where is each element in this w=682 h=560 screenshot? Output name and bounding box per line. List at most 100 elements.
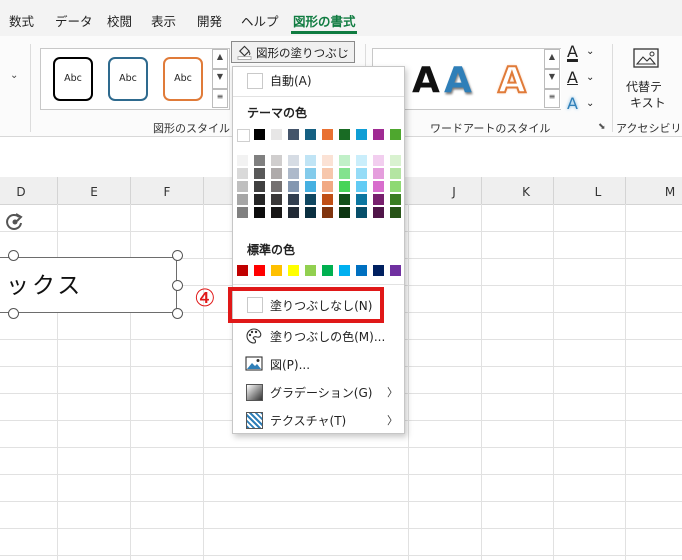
wordart-style-orange[interactable]: A <box>497 59 527 102</box>
theme-shade-swatch[interactable] <box>373 207 384 218</box>
menu-item-more-fill-colors[interactable]: 塗りつぶしの色(M)... <box>233 323 404 349</box>
theme-shade-swatch[interactable] <box>339 168 350 179</box>
text-fill-icon[interactable]: A <box>567 42 578 61</box>
standard-color-swatch[interactable] <box>356 265 367 276</box>
theme-shade-swatch[interactable] <box>390 207 401 218</box>
tab-data[interactable]: データ <box>55 11 93 30</box>
theme-shade-swatch[interactable] <box>288 207 299 218</box>
theme-shade-swatch[interactable] <box>390 168 401 179</box>
wordart-scroll-up-icon[interactable]: ▲ <box>544 49 560 69</box>
wordart-style-blue[interactable]: A <box>444 60 472 101</box>
theme-shade-swatch[interactable] <box>339 181 350 192</box>
menu-item-automatic[interactable]: 自動(A) <box>233 67 404 93</box>
theme-color-swatch[interactable] <box>237 129 250 142</box>
theme-shade-swatch[interactable] <box>305 194 316 205</box>
theme-shade-swatch[interactable] <box>390 194 401 205</box>
theme-shade-swatch[interactable] <box>254 168 265 179</box>
standard-color-swatch[interactable] <box>390 265 401 276</box>
theme-color-swatch[interactable] <box>288 129 299 140</box>
standard-color-swatch[interactable] <box>288 265 299 276</box>
theme-shade-swatch[interactable] <box>288 181 299 192</box>
alt-text-label-line2[interactable]: キスト <box>630 94 666 111</box>
tab-view[interactable]: 表示 <box>151 11 176 30</box>
shape-style-thumb-1[interactable]: Abc <box>53 57 93 101</box>
theme-shade-swatch[interactable] <box>254 194 265 205</box>
resize-handle[interactable] <box>8 308 19 319</box>
dialog-launcher-icon[interactable]: ⬊ <box>598 122 606 132</box>
column-header-d[interactable]: D <box>11 185 31 199</box>
resize-handle[interactable] <box>172 250 183 261</box>
column-header-k[interactable]: K <box>516 185 536 199</box>
theme-color-swatch[interactable] <box>356 129 367 140</box>
shape-style-thumb-2[interactable]: Abc <box>108 57 148 101</box>
theme-shade-swatch[interactable] <box>390 181 401 192</box>
theme-shade-swatch[interactable] <box>356 168 367 179</box>
theme-color-swatch[interactable] <box>339 129 350 140</box>
theme-shade-swatch[interactable] <box>373 168 384 179</box>
rotate-handle-icon[interactable] <box>4 211 26 233</box>
theme-shade-swatch[interactable] <box>356 181 367 192</box>
theme-shade-swatch[interactable] <box>373 155 384 166</box>
text-box-content[interactable]: ックス <box>6 266 83 300</box>
theme-shade-swatch[interactable] <box>254 207 265 218</box>
column-header-j[interactable]: J <box>444 185 464 199</box>
theme-shade-swatch[interactable] <box>237 155 248 166</box>
tab-developer[interactable]: 開発 <box>197 11 222 30</box>
theme-shade-swatch[interactable] <box>356 155 367 166</box>
resize-handle[interactable] <box>8 250 19 261</box>
shape-style-thumb-3[interactable]: Abc <box>163 57 203 101</box>
wordart-more-icon[interactable]: ≡ <box>544 89 560 108</box>
gallery-scroll-down-icon[interactable]: ▼ <box>212 69 228 89</box>
standard-color-swatch[interactable] <box>322 265 333 276</box>
alt-text-label-line1[interactable]: 代替テ <box>626 78 662 95</box>
theme-shade-swatch[interactable] <box>271 155 282 166</box>
theme-shade-swatch[interactable] <box>322 207 333 218</box>
theme-shade-swatch[interactable] <box>322 168 333 179</box>
theme-shade-swatch[interactable] <box>322 181 333 192</box>
theme-shade-swatch[interactable] <box>373 181 384 192</box>
shape-fill-button[interactable]: 図形の塗りつぶし ⌄ <box>231 41 355 63</box>
standard-color-swatch[interactable] <box>271 265 282 276</box>
theme-shade-swatch[interactable] <box>254 181 265 192</box>
theme-shade-swatch[interactable] <box>305 155 316 166</box>
theme-color-swatch[interactable] <box>373 129 384 140</box>
column-header-f[interactable]: F <box>157 185 177 199</box>
column-header-m[interactable]: M <box>660 185 680 199</box>
theme-shade-swatch[interactable] <box>288 194 299 205</box>
theme-shade-swatch[interactable] <box>271 181 282 192</box>
theme-shade-swatch[interactable] <box>305 207 316 218</box>
chevron-down-icon[interactable]: ⌄ <box>586 72 594 83</box>
theme-shade-swatch[interactable] <box>373 194 384 205</box>
gallery-scroll-up-icon[interactable]: ▲ <box>212 49 228 69</box>
menu-item-picture[interactable]: 図(P)... <box>233 351 404 377</box>
theme-shade-swatch[interactable] <box>339 194 350 205</box>
theme-shade-swatch[interactable] <box>356 194 367 205</box>
menu-item-gradient[interactable]: グラデーション(G) 〉 <box>233 379 404 405</box>
chevron-down-icon[interactable]: ⌄ <box>10 70 18 81</box>
text-outline-icon[interactable]: A <box>567 68 578 87</box>
theme-shade-swatch[interactable] <box>390 155 401 166</box>
wordart-style-black[interactable]: A <box>412 60 440 101</box>
column-header-e[interactable]: E <box>84 185 104 199</box>
standard-color-swatch[interactable] <box>373 265 384 276</box>
chevron-down-icon[interactable]: ⌄ <box>586 98 594 109</box>
theme-shade-swatch[interactable] <box>339 155 350 166</box>
resize-handle[interactable] <box>172 308 183 319</box>
theme-shade-swatch[interactable] <box>237 194 248 205</box>
theme-color-swatch[interactable] <box>305 129 316 140</box>
wordart-scroll-down-icon[interactable]: ▼ <box>544 69 560 89</box>
theme-color-swatch[interactable] <box>254 129 265 140</box>
menu-item-texture[interactable]: テクスチャ(T) 〉 <box>233 407 404 433</box>
tab-shape-format[interactable]: 図形の書式 <box>293 11 356 30</box>
tab-formulas[interactable]: 数式 <box>9 11 34 30</box>
gallery-more-icon[interactable]: ≡ <box>212 89 228 108</box>
theme-shade-swatch[interactable] <box>271 168 282 179</box>
theme-shade-swatch[interactable] <box>322 155 333 166</box>
theme-shade-swatch[interactable] <box>288 168 299 179</box>
standard-color-swatch[interactable] <box>305 265 316 276</box>
tab-help[interactable]: ヘルプ <box>241 11 279 30</box>
theme-shade-swatch[interactable] <box>271 207 282 218</box>
theme-shade-swatch[interactable] <box>237 168 248 179</box>
tab-review[interactable]: 校閲 <box>107 11 132 30</box>
column-header-l[interactable]: L <box>588 185 608 199</box>
